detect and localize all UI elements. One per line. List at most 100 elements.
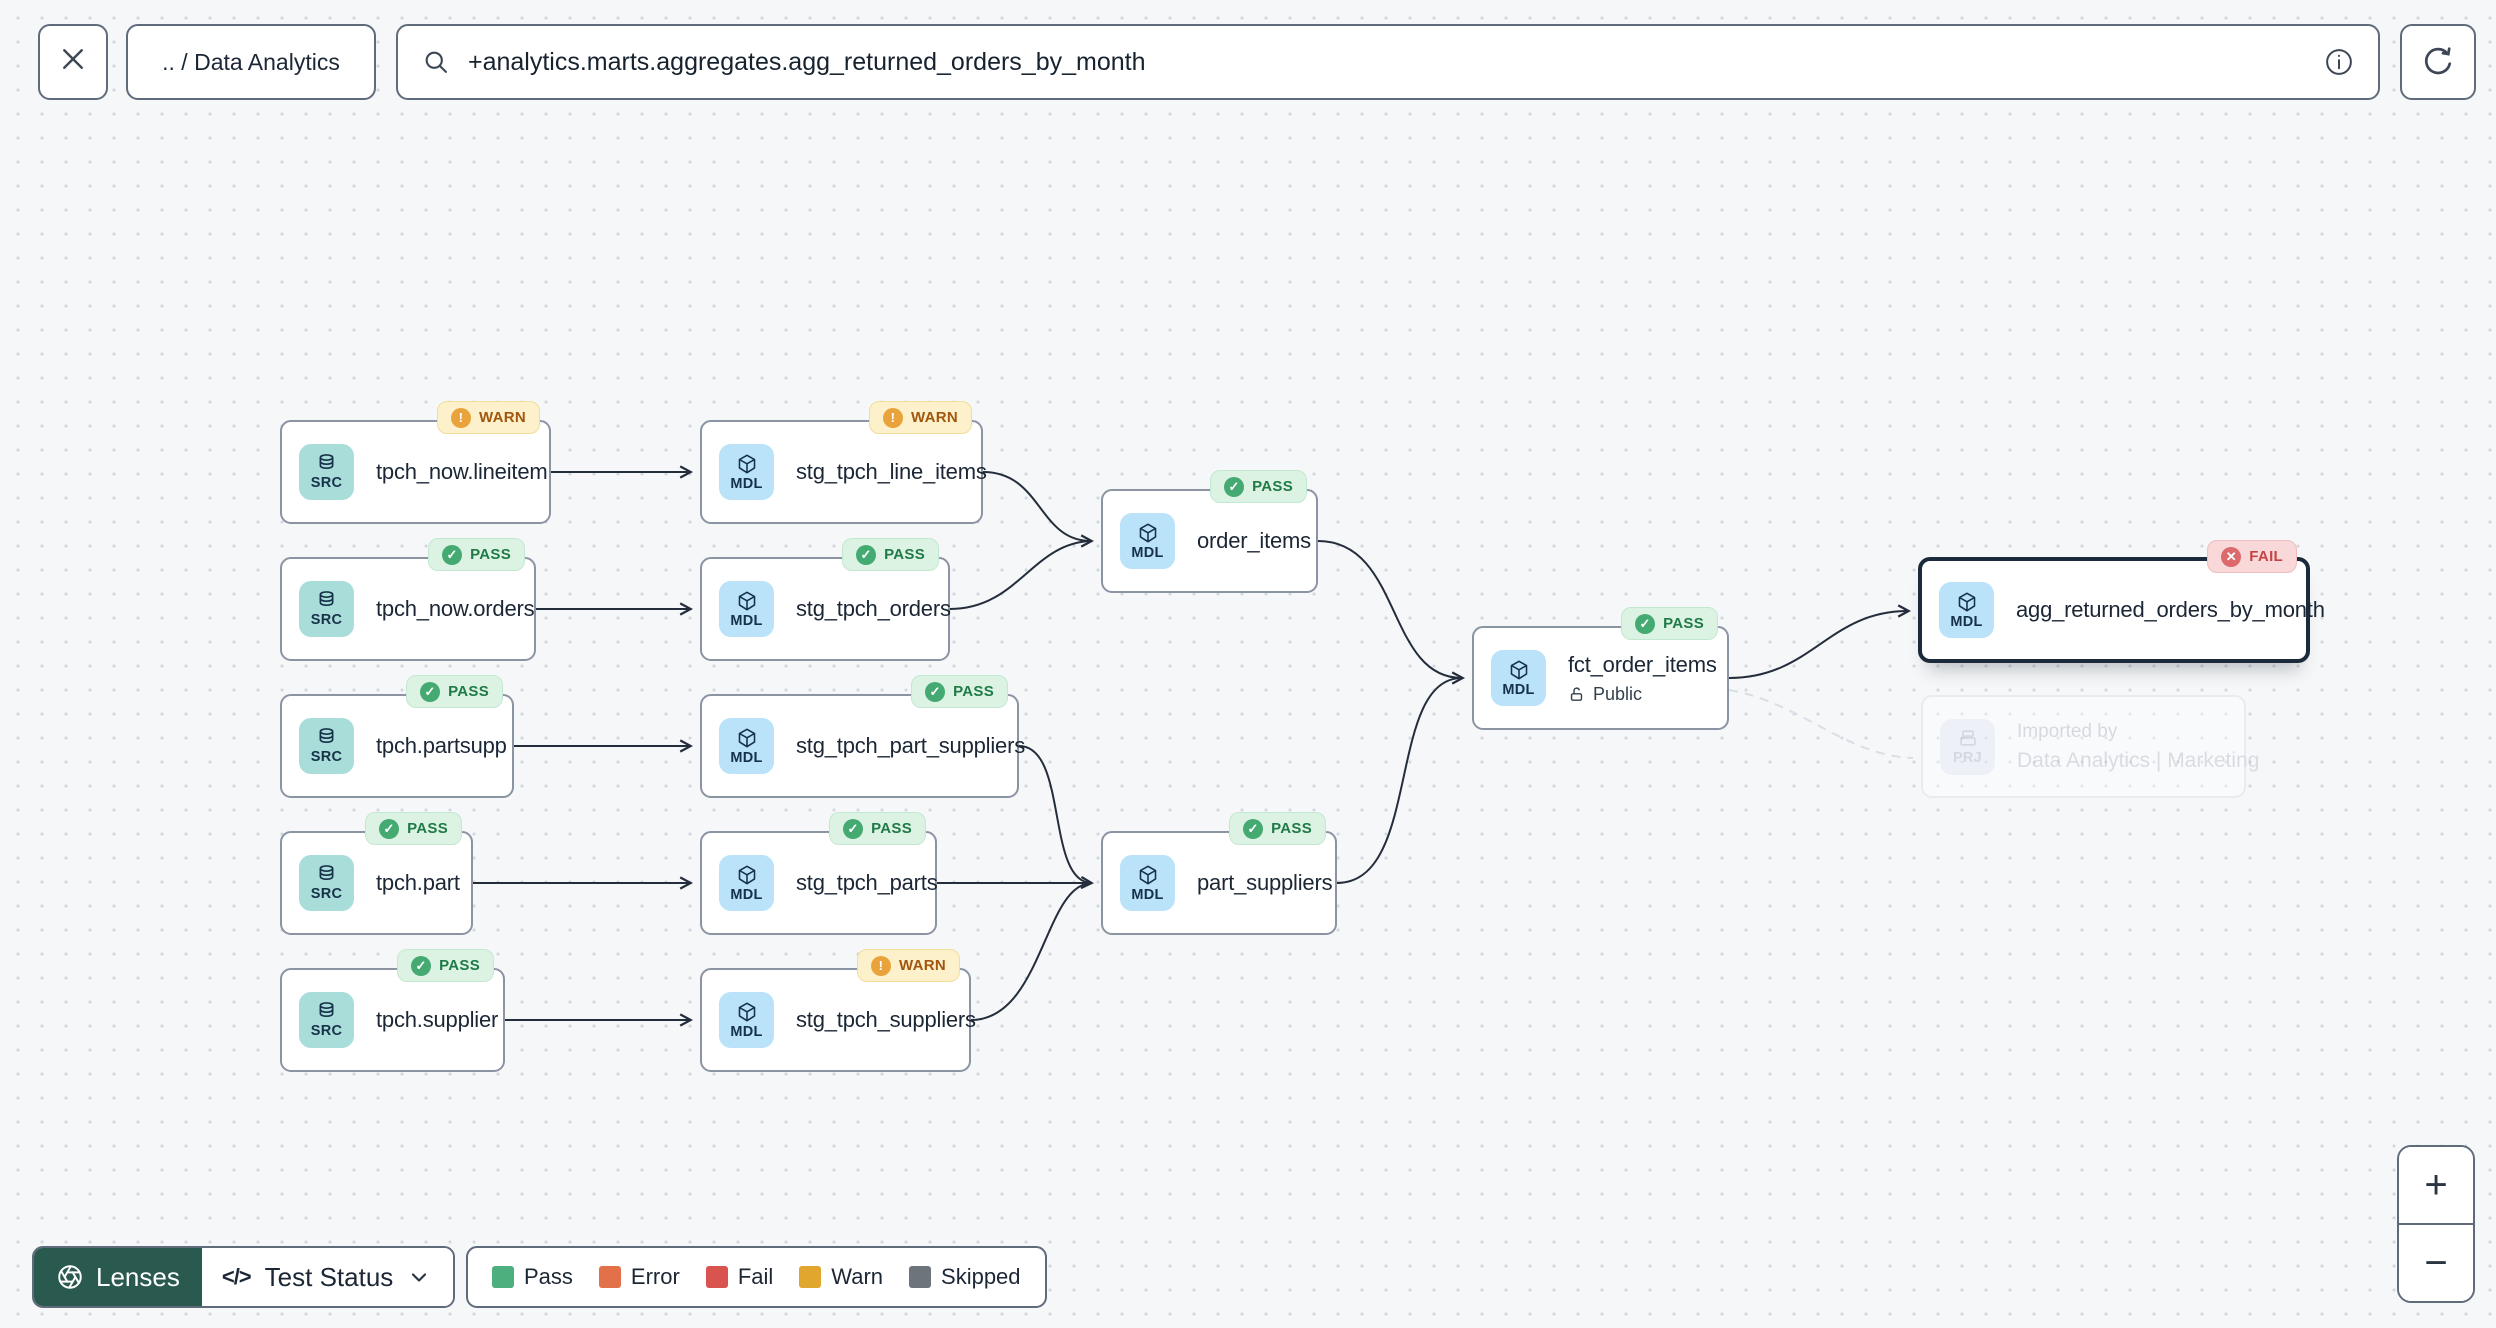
node-label: stg_tpch_part_suppliers <box>796 733 1025 758</box>
project-name: Data Analytics | Marketing <box>2017 748 2260 772</box>
status-badge: ✓ PASS <box>842 538 939 571</box>
check-icon: ✓ <box>379 818 400 839</box>
search-input[interactable] <box>468 47 2306 77</box>
node-label: stg_tpch_orders <box>796 596 951 621</box>
warn-icon: ! <box>450 407 471 428</box>
database-icon <box>316 590 337 611</box>
status-badge: ✕ FAIL <box>2207 540 2297 573</box>
refresh-button[interactable] <box>2400 24 2476 100</box>
source-type-icon: SRC <box>299 581 354 637</box>
source-type-icon: SRC <box>299 855 354 911</box>
refresh-icon <box>2421 45 2455 79</box>
node-stg-tpch-line-items[interactable]: ! WARN MDL stg_tpch_line_items <box>700 401 987 524</box>
search-bar[interactable] <box>396 24 2380 100</box>
node-agg-returned-orders-by-month[interactable]: ✕ FAIL MDL agg_returned_orders_by_month <box>1918 540 2325 663</box>
lens-selector-dropdown[interactable]: </> Test Status <box>201 1248 454 1306</box>
model-type-icon: MDL <box>1939 582 1994 638</box>
cube-icon <box>1137 864 1159 886</box>
database-icon <box>316 727 337 748</box>
source-type-icon: SRC <box>299 718 354 774</box>
model-type-icon: MDL <box>1120 855 1175 911</box>
source-type-icon: SRC <box>299 992 354 1048</box>
status-label: PASS <box>448 683 489 700</box>
node-order-items[interactable]: ✓ PASS MDL order_items <box>1101 470 1318 593</box>
database-icon <box>316 1001 337 1022</box>
legend-item-skipped: Skipped <box>909 1264 1021 1290</box>
lens-control-group: Lenses </> Test Status <box>32 1246 456 1308</box>
check-icon: ✓ <box>420 681 441 702</box>
project-type-icon: PRJ <box>1940 718 1995 775</box>
node-stg-tpch-parts[interactable]: ✓ PASS MDL stg_tpch_parts <box>700 812 938 935</box>
cube-icon <box>1137 522 1159 544</box>
node-label: agg_returned_orders_by_month <box>2016 597 2325 622</box>
search-icon <box>422 48 450 76</box>
model-type-icon: MDL <box>1120 513 1175 569</box>
lineage-canvas[interactable]: .. / Data Analytics ! WARN SRC tpch_now.l… <box>0 0 2496 1328</box>
test-status-legend: Pass Error Fail Warn Skipped <box>466 1246 1047 1308</box>
lenses-label: Lenses <box>96 1261 180 1292</box>
check-icon: ✓ <box>856 544 877 565</box>
status-badge: ! WARN <box>868 401 972 434</box>
fail-icon: ✕ <box>2221 546 2242 567</box>
minus-icon: − <box>2424 1240 2448 1285</box>
node-stg-tpch-orders[interactable]: ✓ PASS MDL stg_tpch_orders <box>700 538 951 661</box>
status-label: PASS <box>953 683 994 700</box>
status-label: FAIL <box>2249 548 2283 565</box>
breadcrumb-label: .. / Data Analytics <box>162 48 340 75</box>
node-fct-order-items[interactable]: ✓ PASS MDL fct_order_items Public <box>1472 607 1729 730</box>
check-icon: ✓ <box>1243 818 1264 839</box>
legend-item-pass: Pass <box>492 1264 573 1290</box>
legend-item-warn: Warn <box>799 1264 883 1290</box>
check-icon: ✓ <box>442 544 463 565</box>
cube-icon <box>1508 659 1530 681</box>
warn-swatch <box>799 1266 822 1288</box>
close-button[interactable] <box>38 24 108 100</box>
model-type-icon: MDL <box>719 855 774 911</box>
model-type-icon: MDL <box>719 718 774 774</box>
node-label: stg_tpch_line_items <box>796 459 987 484</box>
check-icon: ✓ <box>1635 613 1656 634</box>
node-label: tpch_now.orders <box>376 596 535 621</box>
source-type-icon: SRC <box>299 444 354 500</box>
aperture-icon <box>56 1263 84 1291</box>
zoom-in-button[interactable]: + <box>2399 1147 2473 1225</box>
status-label: PASS <box>1663 615 1704 632</box>
status-label: PASS <box>871 820 912 837</box>
node-label: tpch.supplier <box>376 1007 499 1032</box>
status-label: PASS <box>470 546 511 563</box>
node-tpch-now-lineitem[interactable]: ! WARN SRC tpch_now.lineitem <box>280 401 551 524</box>
node-label: stg_tpch_suppliers <box>796 1007 976 1032</box>
status-badge: ✓ PASS <box>829 812 926 845</box>
edges-layer <box>473 0 1914 1328</box>
access-level: Public <box>1568 684 1717 705</box>
lenses-button[interactable]: Lenses <box>34 1248 202 1306</box>
cube-icon <box>1956 591 1978 613</box>
node-stg-tpch-suppliers[interactable]: ! WARN MDL stg_tpch_suppliers <box>700 949 976 1072</box>
info-icon[interactable] <box>2324 47 2354 77</box>
error-swatch <box>598 1266 621 1288</box>
plus-icon: + <box>2424 1162 2448 1207</box>
warn-icon: ! <box>870 955 891 976</box>
status-badge: ✓ PASS <box>911 675 1008 708</box>
breadcrumb[interactable]: .. / Data Analytics <box>126 24 376 100</box>
status-label: PASS <box>1271 820 1312 837</box>
node-label: order_items <box>1197 528 1311 553</box>
zoom-out-button[interactable]: − <box>2399 1225 2473 1301</box>
node-tpch-partsupp[interactable]: ✓ PASS SRC tpch.partsupp <box>280 675 514 798</box>
cube-icon <box>736 864 758 886</box>
status-label: PASS <box>884 546 925 563</box>
node-tpch-supplier[interactable]: ✓ PASS SRC tpch.supplier <box>280 949 505 1072</box>
cube-icon <box>736 1001 758 1023</box>
status-label: PASS <box>407 820 448 837</box>
node-stg-tpch-part-suppliers[interactable]: ✓ PASS MDL stg_tpch_part_suppliers <box>700 675 1025 798</box>
status-label: WARN <box>478 409 526 426</box>
check-icon: ✓ <box>1224 476 1245 497</box>
warn-icon: ! <box>882 407 903 428</box>
status-badge: ✓ PASS <box>397 949 494 982</box>
status-badge: ✓ PASS <box>428 538 525 571</box>
status-label: PASS <box>1252 478 1293 495</box>
node-part-suppliers[interactable]: ✓ PASS MDL part_suppliers <box>1101 812 1337 935</box>
node-tpch-now-orders[interactable]: ✓ PASS SRC tpch_now.orders <box>280 538 536 661</box>
unlock-icon <box>1568 686 1585 703</box>
node-tpch-part[interactable]: ✓ PASS SRC tpch.part <box>280 812 473 935</box>
